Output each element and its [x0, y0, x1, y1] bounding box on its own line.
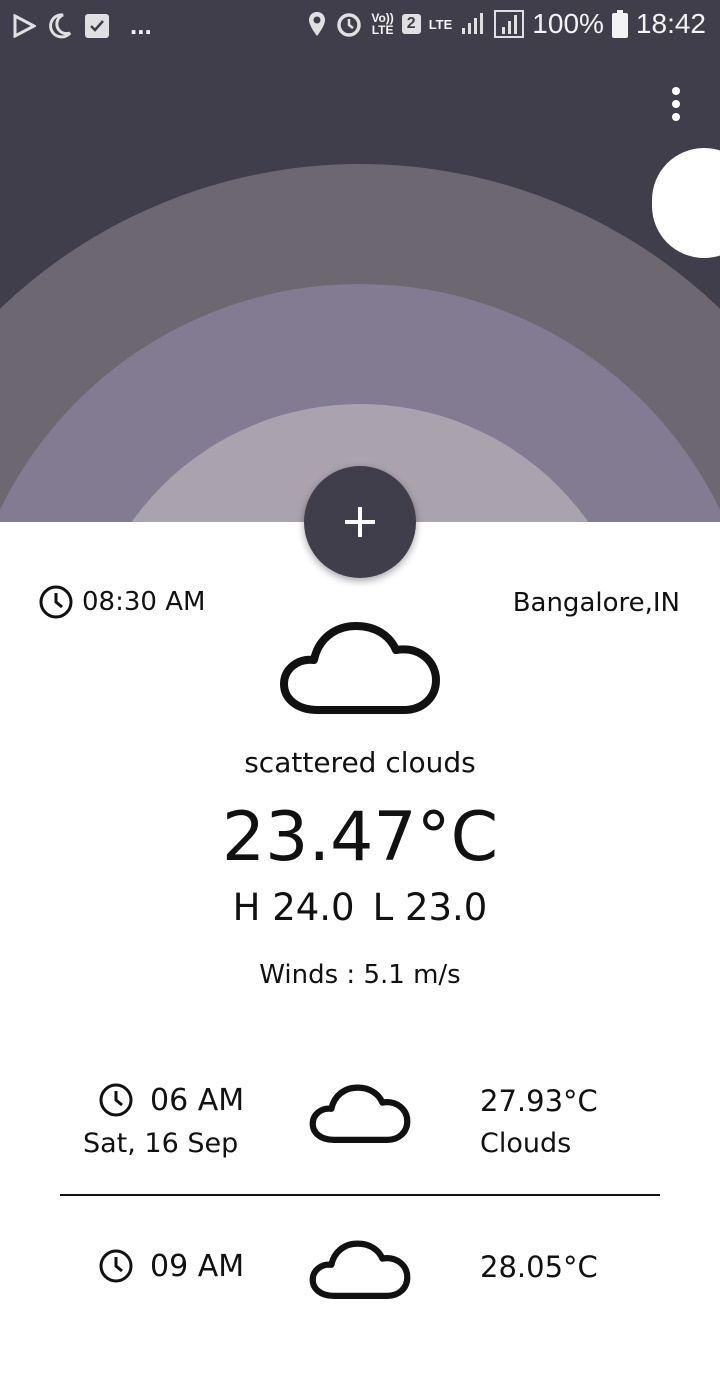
high-temp: H 24.0 [232, 886, 355, 929]
forecast-temperature: 27.93°C [480, 1084, 598, 1118]
sim-badge: 2 [401, 14, 421, 34]
clock-icon [99, 1083, 133, 1117]
clock-icon [39, 585, 73, 619]
forecast-time: 09 AM [150, 1248, 245, 1284]
status-left: ... [12, 10, 152, 41]
high-low: H 24.0 L 23.0 [0, 886, 720, 929]
overflow-menu-icon[interactable] [658, 82, 694, 126]
signal-icon [462, 13, 484, 34]
sun-circle [652, 148, 720, 258]
network-type: LTE [428, 16, 453, 32]
status-right: Vo)) LTE 2 LTE 100% 18:42 [307, 8, 706, 40]
cloud-icon [309, 1084, 411, 1143]
volte-indicator: Vo)) LTE [371, 12, 393, 36]
more-notifications-icon: ... [130, 10, 152, 40]
weather-header [0, 50, 720, 522]
weather-description: scattered clouds [244, 746, 476, 779]
forecast-time-row: 09 AM [98, 1248, 244, 1284]
add-location-button[interactable] [304, 466, 416, 578]
checkbox-icon [85, 13, 109, 38]
current-temperature: 23.47°C [221, 798, 499, 877]
wind-speed: Winds : 5.1 m/s [259, 960, 461, 990]
battery-icon [611, 10, 628, 38]
forecast-date: Sat, 16 Sep [83, 1128, 239, 1159]
cloud-icon [309, 1240, 411, 1299]
clock: 18:42 [635, 8, 706, 39]
volte-line2: LTE [371, 23, 394, 37]
low-temp: L 23.0 [372, 886, 488, 929]
cloud-icon [280, 622, 440, 714]
current-time-row: 08:30 AM [38, 584, 205, 620]
moon-icon [49, 12, 72, 38]
status-bar: ... Vo)) LTE 2 LTE 100% 18:42 [0, 0, 720, 50]
add-icon [345, 507, 375, 537]
forecast-condition: Clouds [480, 1128, 572, 1159]
alarm-icon [337, 13, 362, 37]
current-time: 08:30 AM [82, 587, 206, 617]
forecast-temperature: 28.05°C [480, 1250, 598, 1284]
clock-icon [99, 1249, 133, 1283]
forecast-divider [60, 1194, 660, 1196]
play-store-icon [13, 13, 36, 38]
location-icon [309, 12, 326, 36]
forecast-time-row: 06 AM [98, 1082, 244, 1118]
forecast-item[interactable]: 09 AM 28.05°C [0, 1234, 720, 1384]
location-label: Bangalore,IN [512, 588, 680, 618]
battery-percent: 100% [532, 8, 604, 39]
signal-roaming-icon [494, 10, 525, 38]
forecast-time: 06 AM [150, 1082, 245, 1118]
